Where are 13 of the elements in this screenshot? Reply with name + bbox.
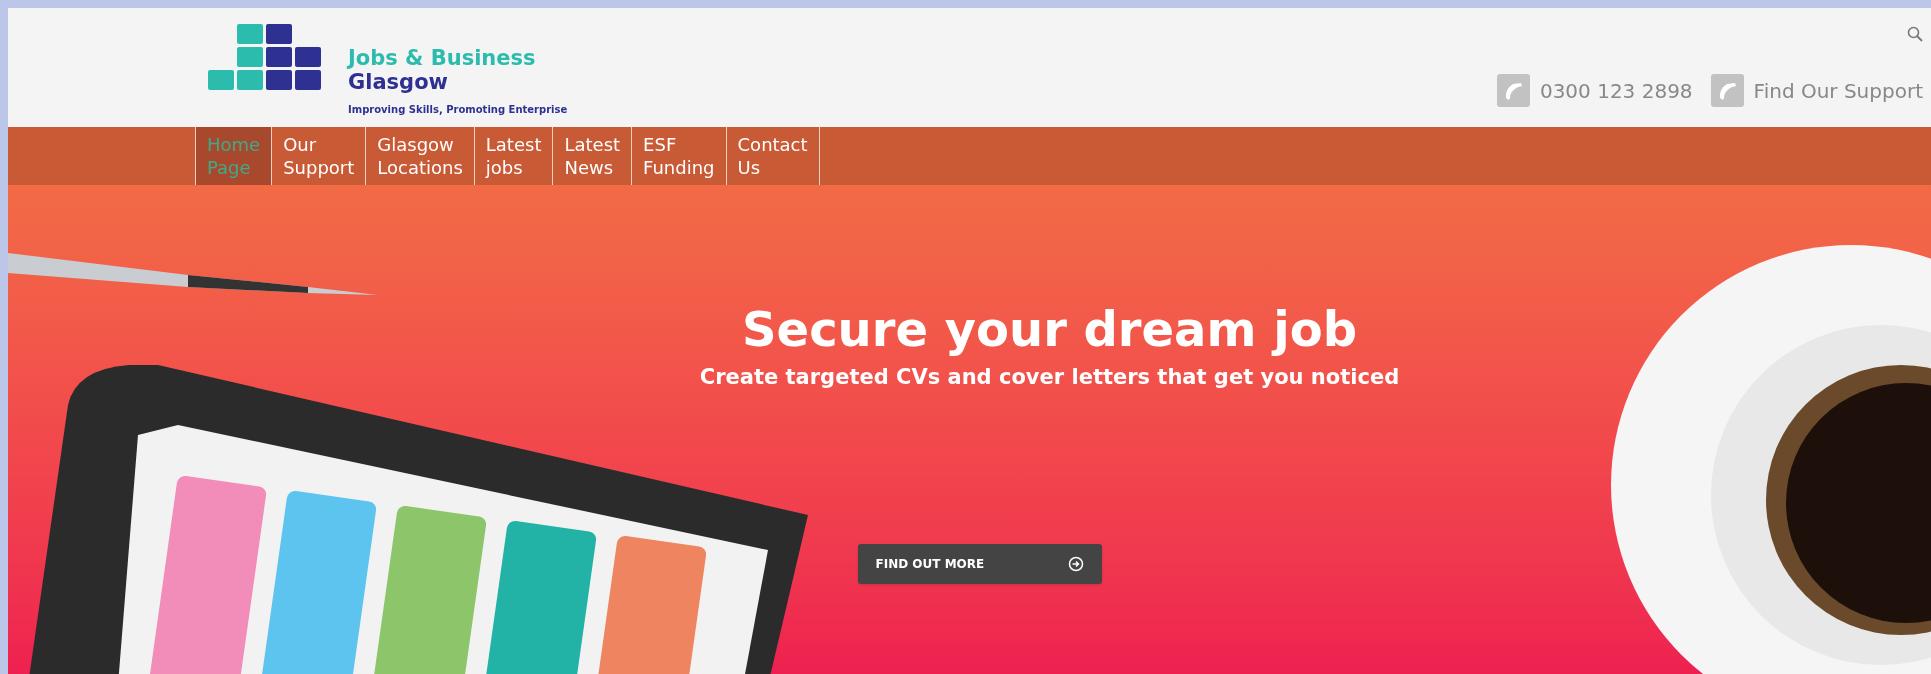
find-out-more-button[interactable]: FIND OUT MORE (857, 543, 1102, 584)
phone-icon (1710, 74, 1744, 107)
phone-icon (1496, 74, 1530, 107)
arrow-circle-icon (1067, 555, 1084, 572)
contact-link[interactable]: Find Our Support (1753, 75, 1923, 106)
logo-title: Jobs & Business (348, 46, 537, 70)
logo-title: Glasgow (348, 70, 449, 94)
logo-icon (208, 24, 324, 92)
logo-tagline: Improving Skills, Promoting Enterprise (348, 103, 568, 117)
hero-title: Secure your dream job (742, 300, 1357, 358)
search-icon[interactable] (1907, 26, 1923, 42)
contact-link[interactable]: 0300 123 2898 (1539, 75, 1693, 106)
hero-subtitle: Create targeted CVs and cover letters that get you noticed (699, 364, 1400, 391)
